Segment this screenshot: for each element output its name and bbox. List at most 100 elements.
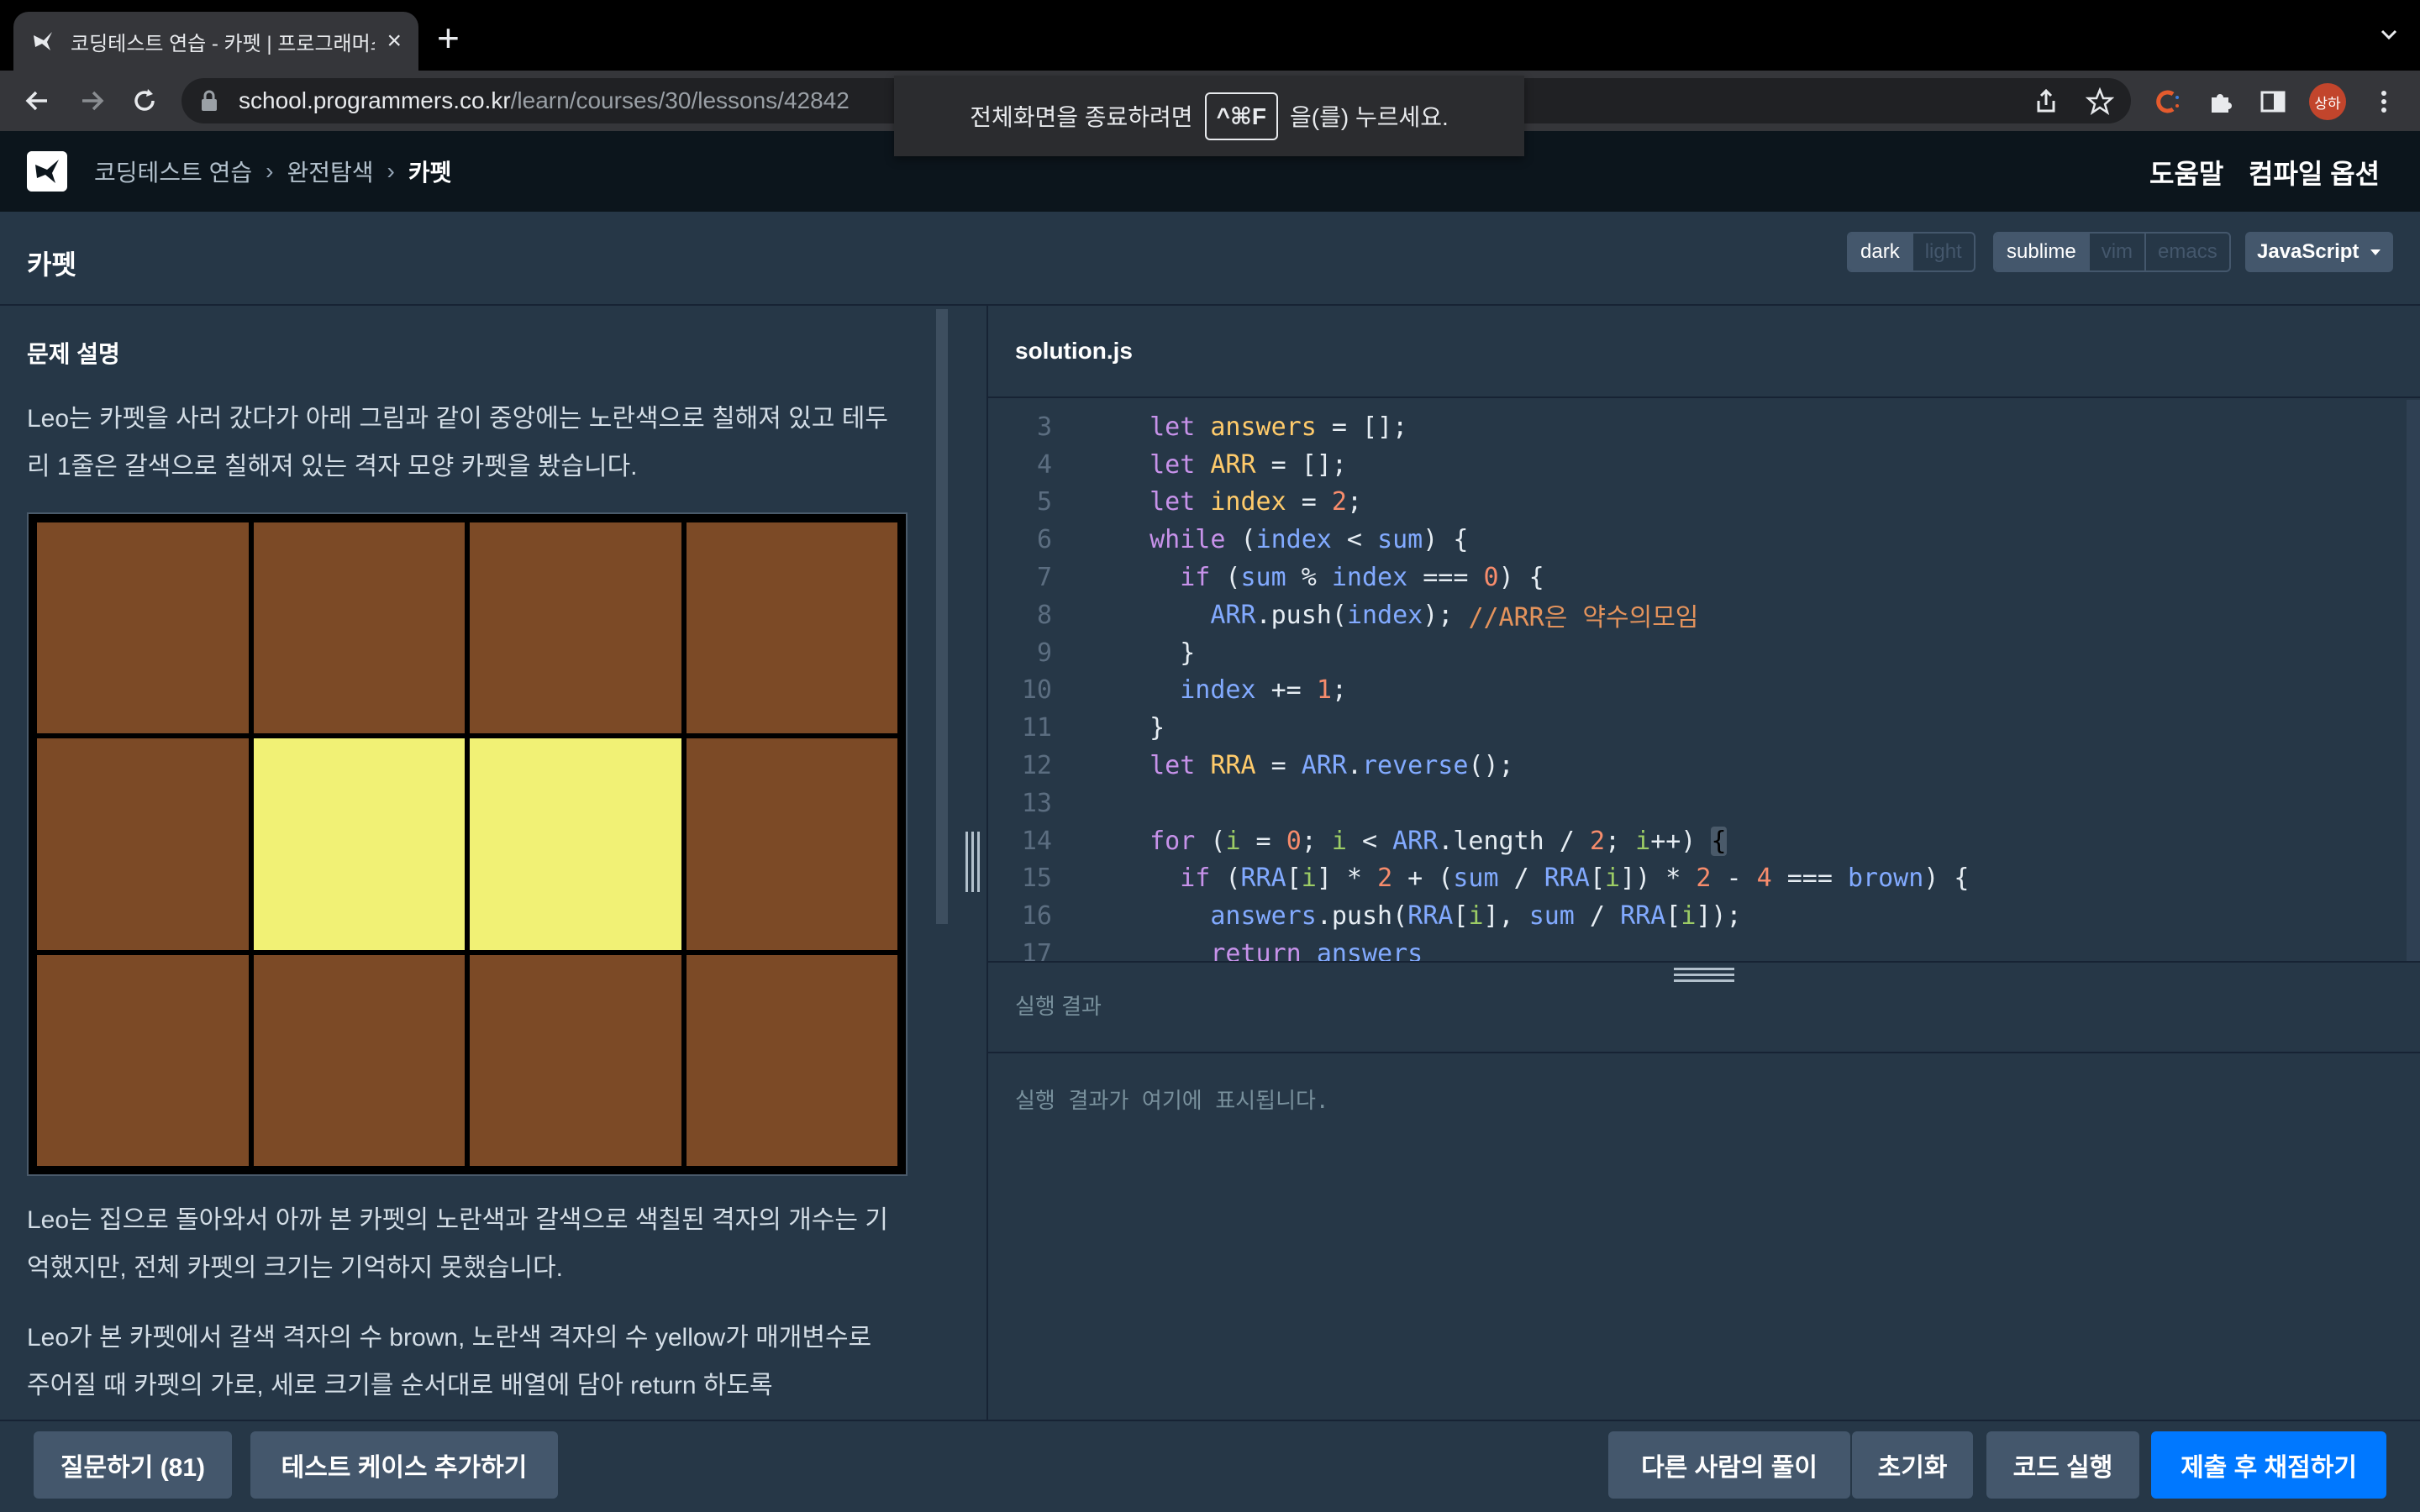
programmers-logo-icon[interactable] <box>27 151 67 192</box>
side-panel-icon[interactable] <box>2259 87 2287 116</box>
ask-question-button[interactable]: 질문하기 (81) <box>34 1431 232 1499</box>
code-token: RRA <box>1240 864 1286 894</box>
carpet-cell-brown <box>686 522 897 734</box>
code-token: / <box>1498 864 1544 894</box>
more-menu-icon[interactable] <box>2370 87 2398 116</box>
lock-icon[interactable] <box>200 89 218 113</box>
code-token: return <box>1210 939 1302 961</box>
carpet-cell-brown <box>686 738 897 950</box>
code-token: ]) * <box>1620 864 1697 894</box>
code-token: sum <box>1377 525 1423 555</box>
code-line: 10 index += 1; <box>988 672 2420 710</box>
others-solutions-button[interactable]: 다른 사람의 풀이 <box>1608 1431 1850 1499</box>
code-line: 5 let index = 2; <box>988 484 2420 522</box>
code-token: //ARR은 약수의모임 <box>1468 603 1699 633</box>
help-link[interactable]: 도움말 <box>2149 153 2223 192</box>
resize-handle-horizontal[interactable] <box>1674 968 1734 984</box>
code-token: ++) <box>1650 826 1712 856</box>
add-testcase-button[interactable]: 테스트 케이스 추가하기 <box>250 1431 558 1499</box>
profile-avatar[interactable]: 상하 <box>2309 83 2346 120</box>
browser-tab[interactable]: 코딩테스트 연습 - 카펫 | 프로그래머스 × <box>13 12 418 71</box>
line-number: 4 <box>1036 449 1052 480</box>
theme-light-button[interactable]: light <box>1911 234 1974 270</box>
code-token: RRA <box>1620 901 1666 932</box>
code-token: ; <box>1331 675 1347 706</box>
code-token: 0 <box>1286 826 1302 856</box>
submit-button[interactable]: 제출 후 채점하기 <box>2151 1431 2386 1499</box>
code-line: 16 answers .push(RRA[i], sum / RRA[i]); <box>988 897 2420 935</box>
code-token: === <box>1407 563 1484 593</box>
forward-arrow-icon[interactable] <box>77 86 108 116</box>
code-line: 4 let ARR = []; <box>988 446 2420 484</box>
keymap-emacs-button[interactable]: emacs <box>2144 234 2229 270</box>
problem-panel: 문제 설명 Leo는 카펫을 사러 갔다가 아래 그림과 같이 중앙에는 노란색… <box>0 306 948 1420</box>
keymap-toggle: sublime vim emacs <box>1993 232 2231 272</box>
code-line: 17 return answers <box>988 935 2420 961</box>
code-line: 7 if (sum % index === 0) { <box>988 559 2420 596</box>
carpet-cell-yellow <box>253 738 465 950</box>
result-output: 실행 결과가 여기에 표시됩니다. <box>1015 1089 1329 1114</box>
code-token: if <box>1180 864 1211 894</box>
code-token: < <box>1331 525 1378 555</box>
code-token: 4 <box>1756 864 1772 894</box>
run-code-button[interactable]: 코드 실행 <box>1986 1431 2139 1499</box>
code-token: / <box>1574 901 1621 932</box>
resize-handle-vertical[interactable] <box>964 832 981 892</box>
problem-scrollbar[interactable] <box>936 309 948 924</box>
reset-button[interactable]: 초기화 <box>1852 1431 1973 1499</box>
code-token: .length / <box>1438 826 1590 856</box>
file-name: solution.js <box>1015 338 1133 364</box>
result-divider <box>988 1052 2420 1053</box>
tab-search-chevron-icon[interactable] <box>2380 25 2398 44</box>
line-number: 9 <box>1036 638 1052 668</box>
close-tab-icon[interactable]: × <box>387 29 402 54</box>
code-token: ; <box>1605 826 1636 856</box>
code-token: RRA <box>1210 751 1256 781</box>
new-tab-icon[interactable]: + <box>437 18 460 57</box>
line-number: 5 <box>1036 487 1052 517</box>
keymap-vim-button[interactable]: vim <box>2087 234 2144 270</box>
code-token: for <box>1150 826 1196 856</box>
keymap-sublime-button[interactable]: sublime <box>1995 234 2088 270</box>
breadcrumb: 코딩테스트 연습 › 완전탐색 › 카펫 <box>94 155 451 188</box>
code-token: index <box>1331 563 1408 593</box>
theme-dark-button[interactable]: dark <box>1849 234 1912 270</box>
code-line: 8 ARR .push(index); //ARR은 약수의모임 <box>988 596 2420 634</box>
code-editor[interactable]: 3 let answers = []; 4 let ARR = []; 5 let … <box>988 400 2420 961</box>
code-token: ]); <box>1696 901 1742 932</box>
code-token: i <box>1301 864 1317 894</box>
code-token: < <box>1346 826 1393 856</box>
breadcrumb-item-category[interactable]: 완전탐색 <box>287 155 373 188</box>
code-token: [ <box>1286 864 1302 894</box>
code-token: . <box>1346 751 1362 781</box>
code-token: ( <box>1195 826 1226 856</box>
code-token: RRA <box>1407 901 1454 932</box>
language-select[interactable]: JavaScript <box>2245 232 2393 272</box>
line-number: 7 <box>1036 563 1052 593</box>
extensions-puzzle-icon[interactable] <box>2207 87 2235 116</box>
code-token: index <box>1210 487 1286 517</box>
breadcrumb-item-coding-test[interactable]: 코딩테스트 연습 <box>94 155 252 188</box>
compile-options-link[interactable]: 컴파일 옵션 <box>2249 153 2380 192</box>
code-token: 1 <box>1316 675 1332 706</box>
bookmark-star-icon[interactable] <box>2086 87 2114 116</box>
code-token: 2 <box>1696 864 1712 894</box>
code-token: let <box>1150 412 1211 442</box>
line-number: 12 <box>1021 751 1052 781</box>
language-select-value: JavaScript <box>2257 240 2360 263</box>
share-icon[interactable] <box>2032 87 2060 116</box>
back-arrow-icon[interactable] <box>22 86 52 116</box>
reload-icon[interactable] <box>129 86 160 116</box>
line-number: 17 <box>1021 939 1052 961</box>
problem-paragraph-1: Leo는 카펫을 사러 갔다가 아래 그림과 같이 중앙에는 노란색으로 칠해져… <box>27 405 888 480</box>
carpet-cell-brown <box>253 954 465 1166</box>
extension-c-icon[interactable] <box>2153 87 2181 116</box>
line-number: 14 <box>1021 826 1052 856</box>
code-line: 3 let answers = []; <box>988 408 2420 446</box>
code-token: 0 <box>1483 563 1499 593</box>
code-token: index <box>1346 600 1423 630</box>
line-number: 13 <box>1021 788 1052 818</box>
editor-scrollbar[interactable] <box>2407 400 2420 961</box>
